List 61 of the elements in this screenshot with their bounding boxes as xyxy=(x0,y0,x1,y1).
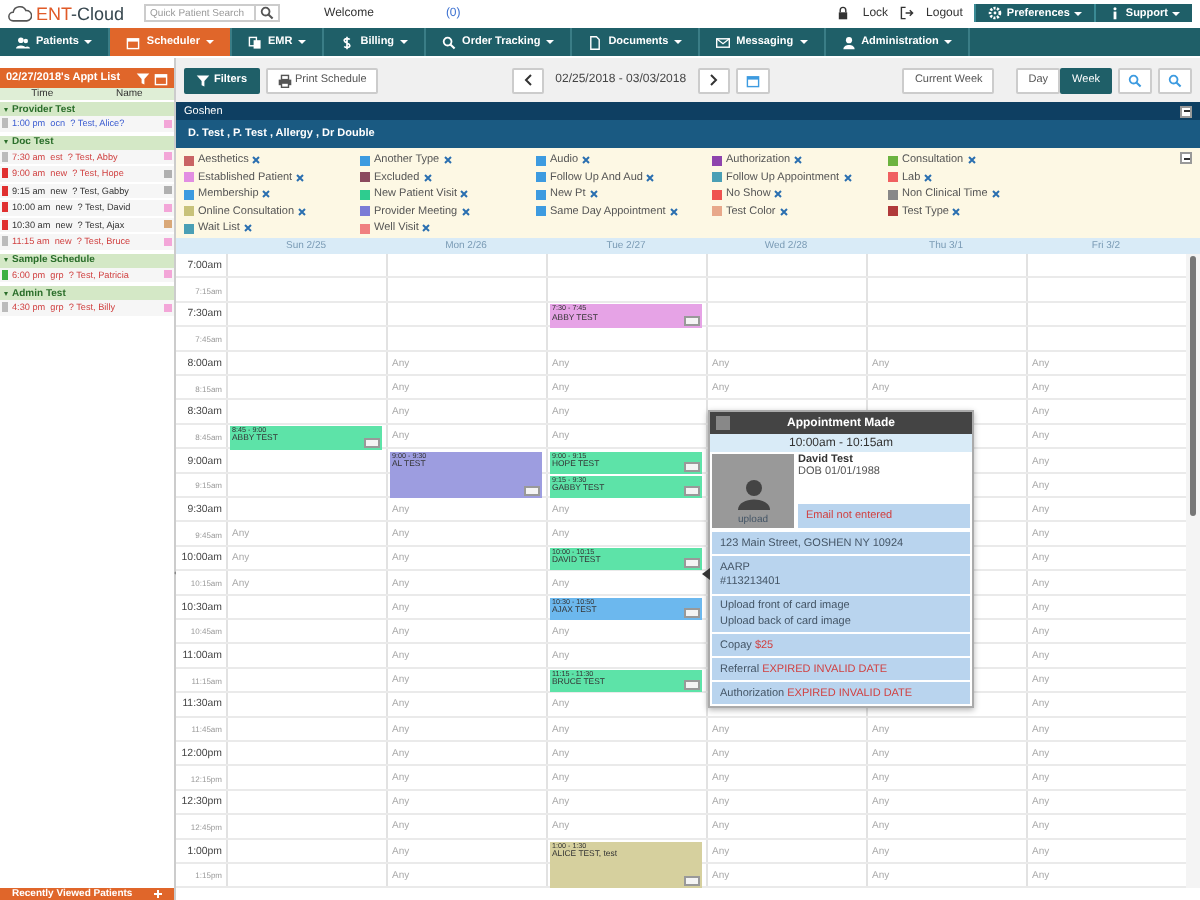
users-icon xyxy=(16,35,30,49)
chevron-left-icon xyxy=(523,74,532,86)
edit-icon[interactable] xyxy=(684,680,700,691)
search-icon xyxy=(260,6,275,20)
remove-icon[interactable] xyxy=(991,190,1000,199)
remove-icon[interactable] xyxy=(443,156,452,165)
search-icon xyxy=(442,35,457,49)
remove-icon[interactable] xyxy=(296,173,305,182)
cloud-icon xyxy=(8,5,32,21)
remove-icon[interactable] xyxy=(252,156,261,165)
print-icon xyxy=(277,73,292,87)
edit-icon[interactable] xyxy=(684,558,700,569)
remove-icon[interactable] xyxy=(262,190,271,199)
person-icon xyxy=(737,478,769,510)
edit-icon[interactable] xyxy=(684,607,700,618)
add-icon[interactable] xyxy=(154,890,162,898)
edit-icon[interactable] xyxy=(684,875,700,886)
calendar-icon xyxy=(154,71,168,85)
previous-button[interactable] xyxy=(511,67,544,93)
remove-icon[interactable] xyxy=(422,224,431,233)
collapse-button[interactable] xyxy=(1180,152,1192,164)
edit-icon[interactable] xyxy=(684,315,700,326)
logout-icon xyxy=(900,6,915,20)
remove-icon[interactable] xyxy=(779,207,788,216)
logo-text: ENT-Cloud xyxy=(36,3,125,23)
calendar-icon xyxy=(746,73,761,87)
user-icon xyxy=(841,35,856,49)
remove-icon[interactable] xyxy=(582,156,591,165)
remove-icon[interactable] xyxy=(794,156,803,165)
edit-icon[interactable] xyxy=(364,437,380,447)
search-button[interactable] xyxy=(256,4,281,22)
copy-icon xyxy=(248,35,262,49)
search-icon xyxy=(1168,73,1183,87)
chevron-right-icon xyxy=(710,74,719,86)
remove-icon[interactable] xyxy=(298,207,307,216)
doc-icon xyxy=(588,35,603,49)
filter-icon xyxy=(196,73,210,87)
zoom-in-button[interactable] xyxy=(1118,67,1153,93)
dollar-icon xyxy=(340,35,355,49)
remove-icon[interactable] xyxy=(952,207,961,216)
lock-icon xyxy=(836,6,851,20)
remove-icon[interactable] xyxy=(669,207,678,216)
remove-icon[interactable] xyxy=(646,173,655,182)
collapse-button[interactable] xyxy=(1180,105,1192,117)
remove-icon[interactable] xyxy=(461,207,470,216)
search-icon xyxy=(1128,73,1143,87)
remove-icon[interactable] xyxy=(843,173,852,182)
remove-icon[interactable] xyxy=(460,190,469,199)
remove-icon[interactable] xyxy=(774,190,783,199)
remove-icon[interactable] xyxy=(243,224,252,233)
edit-icon[interactable] xyxy=(524,485,540,496)
zoom-out-button[interactable] xyxy=(1158,67,1193,93)
remove-icon[interactable] xyxy=(967,156,976,165)
gear-icon xyxy=(988,6,1003,20)
remove-icon[interactable] xyxy=(924,173,933,182)
remove-icon[interactable] xyxy=(423,173,432,182)
next-button[interactable] xyxy=(698,67,731,93)
remove-icon[interactable] xyxy=(589,190,598,199)
calendar-icon xyxy=(126,35,141,49)
mail-icon xyxy=(716,35,731,49)
scrollbar-thumb[interactable] xyxy=(1190,256,1196,516)
